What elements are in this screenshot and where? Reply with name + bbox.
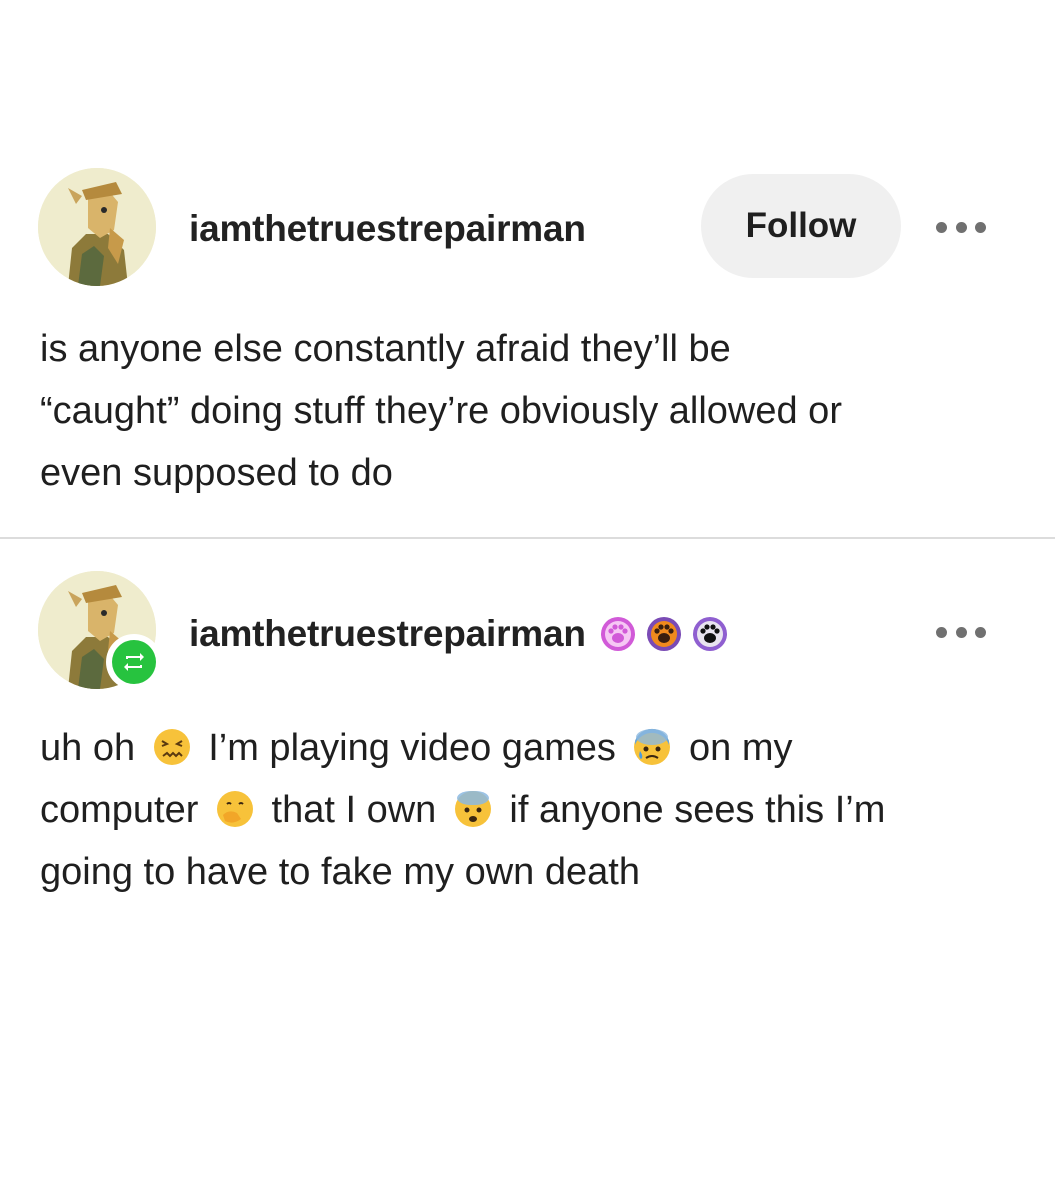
paw-badge-orange-icon[interactable]: [646, 616, 682, 652]
paw-badge-pink-icon[interactable]: [600, 616, 636, 652]
more-options-icon[interactable]: [936, 212, 986, 242]
text-segment: on my: [689, 727, 793, 769]
reblog-icon: [106, 634, 162, 690]
dot: [975, 221, 986, 233]
dot: [936, 221, 947, 233]
username-text[interactable]: iamthetruestrepairman: [189, 613, 586, 655]
fearful-face-emoji: [454, 791, 491, 827]
post-body-line: uh oh I’m playing video games on my: [40, 717, 1030, 779]
dot: [955, 626, 967, 638]
divider: [0, 537, 1055, 539]
follow-button[interactable]: Follow: [701, 174, 901, 278]
anxious-face-with-sweat-emoji: [634, 728, 671, 765]
dot: [975, 626, 986, 638]
post-body-line: computer that I own if anyone sees this …: [40, 779, 1030, 841]
text-segment: computer: [40, 789, 199, 831]
confounded-face-emoji: [153, 729, 190, 765]
post-body: uh oh I’m playing video games on my comp…: [40, 717, 1030, 903]
avatar[interactable]: [38, 168, 156, 286]
post-body-line: is anyone else constantly afraid they’ll…: [40, 328, 731, 370]
post-body-line: going to have to fake my own death: [40, 851, 640, 893]
face-with-hand-over-mouth-emoji: [216, 791, 253, 827]
username: iamthetruestrepairman: [189, 613, 728, 655]
username[interactable]: iamthetruestrepairman: [189, 208, 586, 250]
paw-badge-purple-icon[interactable]: [692, 616, 728, 652]
text-segment: I’m playing video games: [208, 727, 616, 769]
post-body-line: “caught” doing stuff they’re obviously a…: [40, 390, 842, 432]
post-body: is anyone else constantly afraid they’ll…: [40, 318, 1030, 504]
reblog-icon-inner: [112, 640, 156, 684]
more-options-icon[interactable]: [936, 617, 986, 647]
text-segment: that I own: [271, 789, 437, 831]
dot: [955, 221, 967, 233]
text-segment: uh oh: [40, 727, 136, 769]
dot: [936, 626, 947, 638]
post-body-line: even supposed to do: [40, 452, 393, 494]
text-segment: if anyone sees this I’m: [509, 789, 886, 831]
